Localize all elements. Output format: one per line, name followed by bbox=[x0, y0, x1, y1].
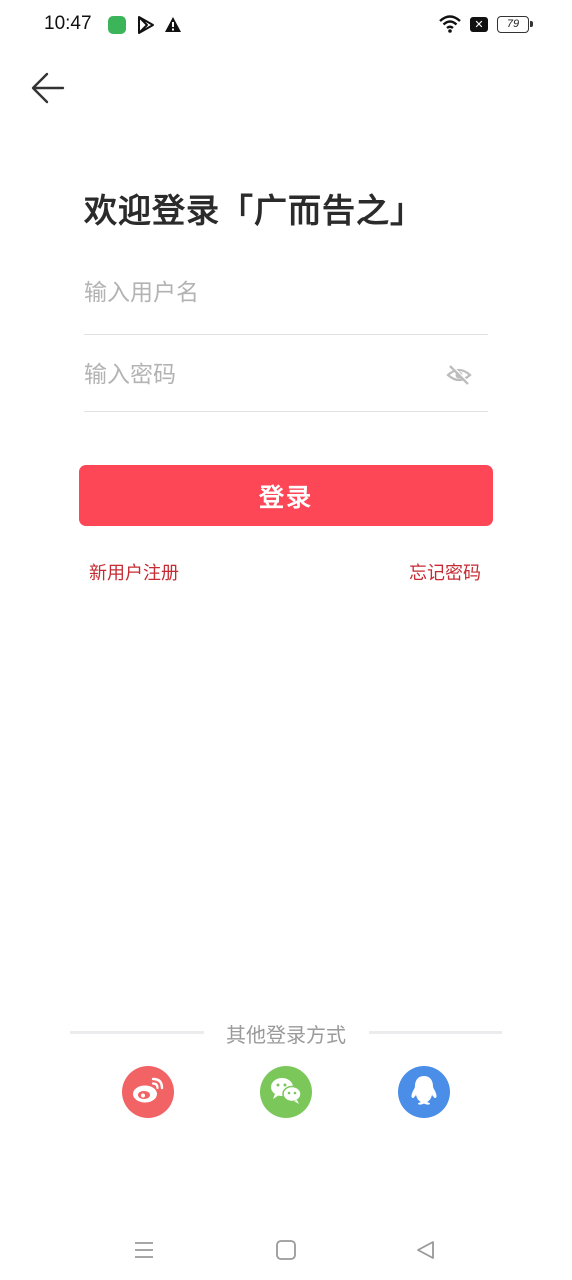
password-input[interactable] bbox=[84, 362, 424, 388]
qq-login-button[interactable] bbox=[398, 1066, 450, 1118]
nav-menu-button[interactable] bbox=[124, 1232, 164, 1272]
register-link[interactable]: 新用户注册 bbox=[89, 559, 179, 585]
forgot-password-link[interactable]: 忘记密码 bbox=[409, 559, 481, 585]
wechat-login-button[interactable] bbox=[260, 1066, 312, 1118]
app-icon bbox=[108, 16, 126, 34]
warning-icon bbox=[164, 16, 182, 37]
wechat-icon bbox=[269, 1075, 303, 1109]
divider-right bbox=[369, 1031, 502, 1034]
eye-off-icon[interactable] bbox=[446, 364, 472, 390]
play-store-icon bbox=[137, 15, 155, 39]
close-box-icon: ✕ bbox=[470, 17, 488, 32]
status-bar: 10:47 ✕ 79 bbox=[0, 0, 572, 52]
username-field[interactable] bbox=[84, 270, 488, 335]
system-nav-bar bbox=[0, 1220, 572, 1280]
weibo-icon bbox=[131, 1075, 165, 1109]
battery-icon: 79 bbox=[497, 16, 533, 33]
page-title: 欢迎登录「广而告之」 bbox=[84, 191, 424, 230]
arrow-left-icon bbox=[30, 70, 66, 110]
qq-icon bbox=[409, 1074, 439, 1110]
password-field[interactable] bbox=[84, 352, 488, 412]
back-button[interactable] bbox=[26, 68, 70, 112]
nav-home-button[interactable] bbox=[266, 1232, 306, 1272]
login-button[interactable]: 登录 bbox=[79, 465, 493, 526]
back-triangle-icon bbox=[415, 1239, 437, 1265]
home-icon bbox=[275, 1239, 297, 1265]
username-input[interactable] bbox=[84, 280, 424, 306]
status-time: 10:47 bbox=[44, 13, 92, 34]
wifi-icon bbox=[438, 14, 462, 38]
nav-back-button[interactable] bbox=[406, 1232, 446, 1272]
weibo-login-button[interactable] bbox=[122, 1066, 174, 1118]
menu-icon bbox=[133, 1240, 155, 1264]
